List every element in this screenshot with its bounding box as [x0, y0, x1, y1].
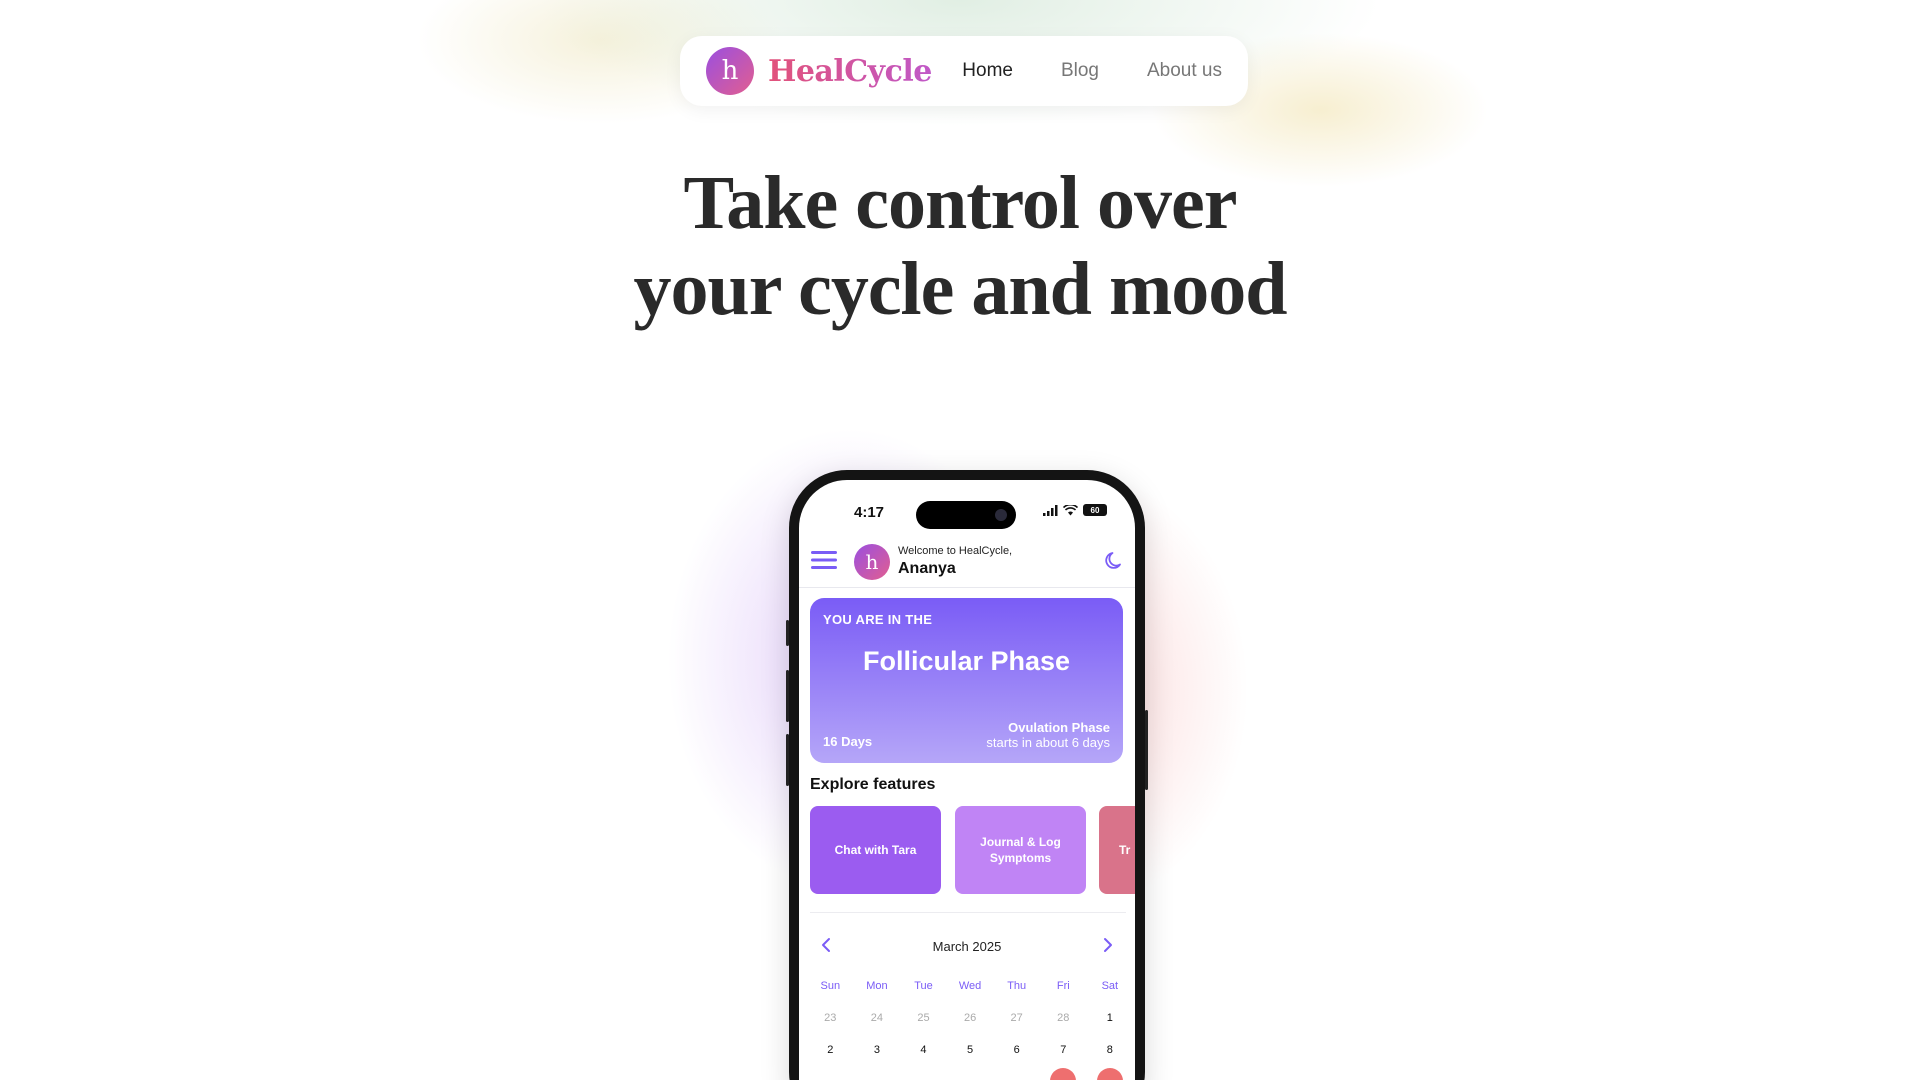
- calendar-nav: March 2025: [799, 920, 1135, 960]
- next-phase-countdown: starts in about 6 days: [986, 735, 1110, 750]
- weekday-thu: Thu: [1007, 980, 1027, 992]
- weekday-wed: Wed: [958, 980, 982, 992]
- calendar-day[interactable]: 6: [993, 1044, 1040, 1056]
- calendar-day[interactable]: 28: [1040, 1012, 1087, 1024]
- phone-volume-down-button: [786, 734, 789, 786]
- period-dot-icon: [1096, 1067, 1123, 1080]
- weekday-tue: Tue: [914, 980, 933, 992]
- phone-screen: 4:17 60 h Welcome to HealCycle, Ananya Y…: [799, 480, 1135, 1080]
- dynamic-island: [916, 501, 1016, 529]
- weekday-header: Sun Mon Tue Wed Thu Fri Sat: [807, 970, 1135, 1002]
- weekday-sat: Sat: [1101, 980, 1119, 992]
- weekday-mon: Mon: [866, 980, 888, 992]
- period-day-marker[interactable]: [1087, 1067, 1134, 1080]
- feature-carousel[interactable]: Chat with Tara Journal & Log Symptoms Tr: [810, 806, 1135, 896]
- calendar-day[interactable]: 8: [1087, 1044, 1134, 1056]
- chevron-right-icon[interactable]: [1102, 937, 1114, 953]
- app-header: h Welcome to HealCycle, Ananya: [799, 538, 1135, 588]
- nav-links: Home Blog About us: [962, 60, 1222, 82]
- calendar-day[interactable]: 25: [900, 1012, 947, 1024]
- phone-mockup: 4:17 60 h Welcome to HealCycle, Ananya Y…: [786, 470, 1148, 1080]
- status-time: 4:17: [854, 504, 885, 521]
- calendar-grid: Sun Mon Tue Wed Thu Fri Sat 23 24 25 26 …: [807, 970, 1135, 1080]
- weekday-sun: Sun: [820, 980, 841, 992]
- user-name: Ananya: [898, 560, 956, 577]
- calendar-day[interactable]: 23: [807, 1012, 854, 1024]
- calendar-day[interactable]: 1: [1087, 1012, 1134, 1024]
- calendar-day[interactable]: 2: [807, 1044, 854, 1056]
- phone-volume-up-button: [786, 670, 789, 722]
- nav-about-link[interactable]: About us: [1147, 60, 1222, 82]
- status-bar: 4:17 60: [799, 480, 1135, 529]
- phone-power-button: [1145, 710, 1148, 790]
- calendar-day[interactable]: 4: [900, 1044, 947, 1056]
- battery-icon: 60: [1083, 504, 1107, 516]
- feature-card-chat[interactable]: Chat with Tara: [810, 806, 941, 894]
- next-phase-info: Ovulation Phase starts in about 6 days: [986, 720, 1110, 750]
- calendar-week-3: [807, 1066, 1135, 1080]
- calendar-day[interactable]: 27: [993, 1012, 1040, 1024]
- calendar: March 2025 Sun Mon Tue Wed Thu Fri Sat 2…: [799, 920, 1135, 1080]
- wifi-icon: [1063, 504, 1078, 515]
- cycle-phase-card[interactable]: YOU ARE IN THE Follicular Phase 16 Days …: [810, 598, 1123, 763]
- top-nav: h HealCycle Home Blog About us: [680, 36, 1248, 106]
- calendar-day[interactable]: 3: [854, 1044, 901, 1056]
- hamburger-menu-icon[interactable]: [811, 550, 837, 570]
- calendar-day[interactable]: 7: [1040, 1044, 1087, 1056]
- calendar-week-1: 23 24 25 26 27 28 1: [807, 1002, 1135, 1034]
- calendar-month: March 2025: [932, 939, 1002, 954]
- brand-logo-icon[interactable]: h: [706, 47, 754, 95]
- period-dot-icon: [1050, 1067, 1077, 1080]
- feature-card-journal[interactable]: Journal & Log Symptoms: [955, 806, 1086, 894]
- explore-features-title: Explore features: [810, 776, 936, 793]
- weekday-fri: Fri: [1056, 980, 1070, 992]
- feature-card-partial[interactable]: Tr: [1099, 806, 1135, 894]
- welcome-text: Welcome to HealCycle,: [898, 545, 1013, 557]
- nav-blog-link[interactable]: Blog: [1061, 60, 1099, 82]
- user-avatar[interactable]: h: [854, 544, 890, 580]
- nav-home-link[interactable]: Home: [962, 60, 1013, 82]
- current-phase: Follicular Phase: [862, 646, 1071, 676]
- moon-icon[interactable]: [1103, 550, 1125, 572]
- calendar-day[interactable]: 24: [854, 1012, 901, 1024]
- divider: [810, 912, 1126, 913]
- calendar-day[interactable]: 5: [947, 1044, 994, 1056]
- hero-headline: Take control over your cycle and mood: [633, 161, 1287, 331]
- next-phase-name: Ovulation Phase: [1008, 720, 1110, 735]
- camera-icon: [995, 509, 1007, 521]
- calendar-day[interactable]: 26: [947, 1012, 994, 1024]
- phase-kicker: YOU ARE IN THE: [823, 612, 933, 627]
- cycle-day-count: 16 Days: [823, 734, 873, 749]
- system-icons: 60: [1043, 504, 1107, 516]
- phone-action-button: [786, 620, 789, 646]
- calendar-week-2: 2 3 4 5 6 7 8: [807, 1034, 1135, 1066]
- signal-icon: [1043, 504, 1058, 516]
- period-day-marker[interactable]: [1040, 1067, 1087, 1080]
- brand-name[interactable]: HealCycle: [768, 54, 932, 89]
